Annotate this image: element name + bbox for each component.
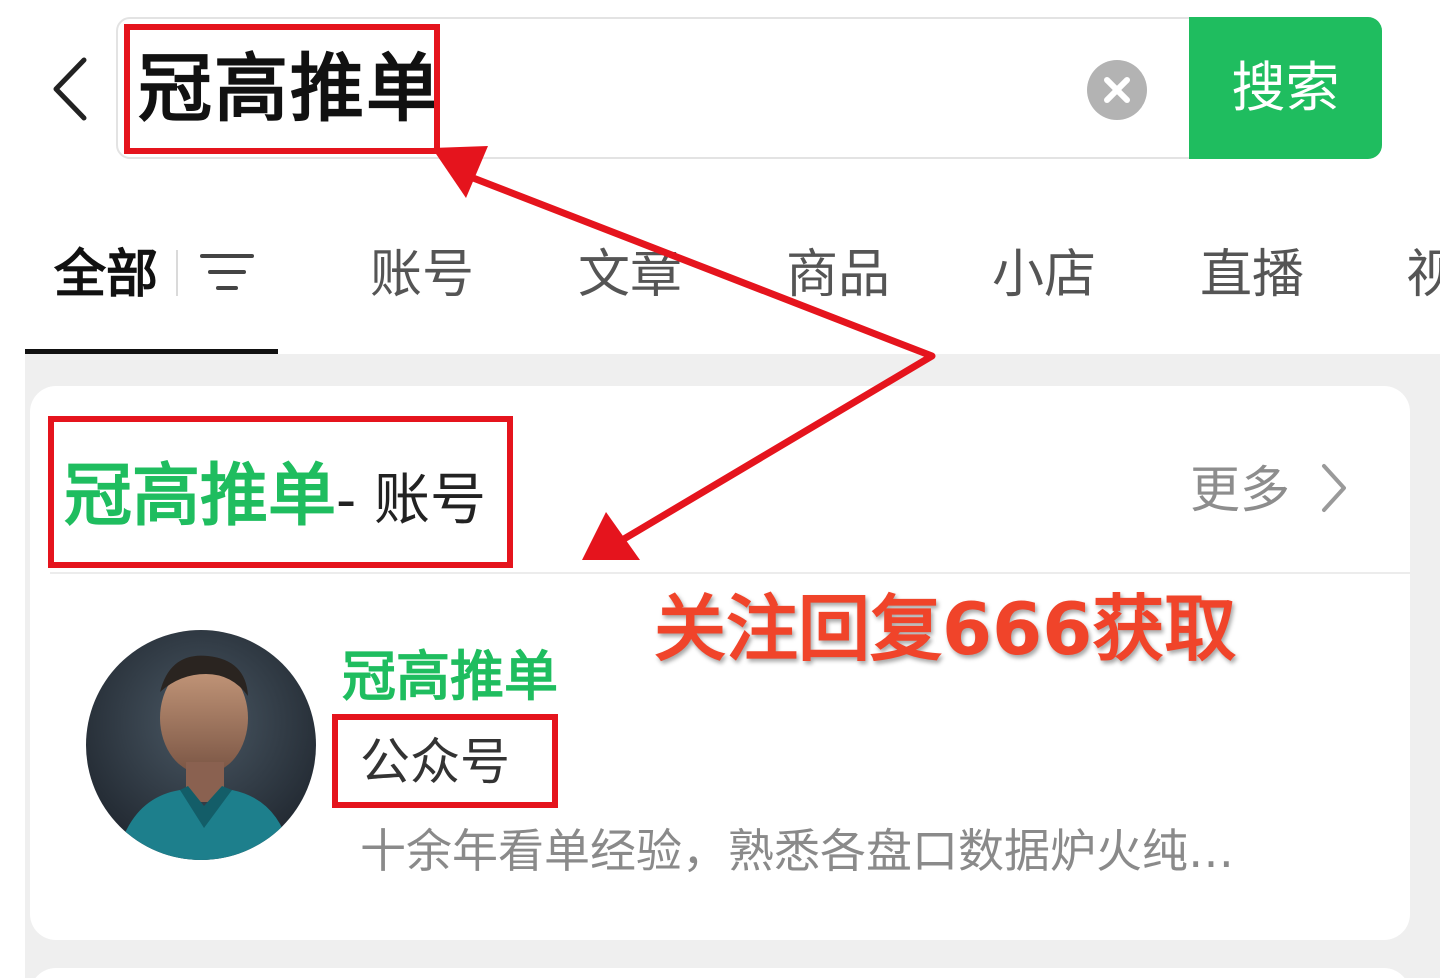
next-result-card [30,968,1410,978]
back-button[interactable] [44,54,100,124]
account-name[interactable]: 冠高推单 [342,642,558,712]
annotation-box-section-title [48,416,513,568]
annotation-box-account-type [332,714,558,808]
tab-shops[interactable]: 小店 [992,240,1096,310]
chevron-left-icon [53,57,87,121]
promo-annotation: 关注回复666获取 [654,587,1237,671]
clear-x-icon [1104,77,1130,103]
tab-live[interactable]: 直播 [1200,240,1304,310]
section-divider [50,572,1410,574]
avatar-image [86,630,316,860]
more-link[interactable]: 更多 [1190,458,1290,522]
chevron-right-icon [1322,464,1346,512]
search-results-page: 冠高推单 搜索 全部 账号 文章 商品 小店 直播 视 冠高推单- 账号 更多 [0,0,1440,978]
tab-bar: 全部 账号 文章 商品 小店 直播 视 [0,220,1440,355]
filter-button[interactable] [200,250,254,294]
tab-divider [176,250,178,296]
account-description: 十余年看单经验，熟悉各盘口数据炉火纯… [360,824,1234,878]
tab-products[interactable]: 商品 [786,240,890,310]
tab-articles[interactable]: 文章 [578,240,682,310]
annotation-box-search [124,24,440,154]
tab-video[interactable]: 视 [1406,240,1440,310]
tab-all[interactable]: 全部 [54,240,158,310]
more-button[interactable] [1318,462,1348,514]
clear-search-button[interactable] [1087,60,1147,120]
search-button[interactable]: 搜索 [1189,17,1382,159]
filter-icon [200,254,254,290]
account-avatar[interactable] [86,630,316,860]
tab-accounts[interactable]: 账号 [370,240,474,310]
